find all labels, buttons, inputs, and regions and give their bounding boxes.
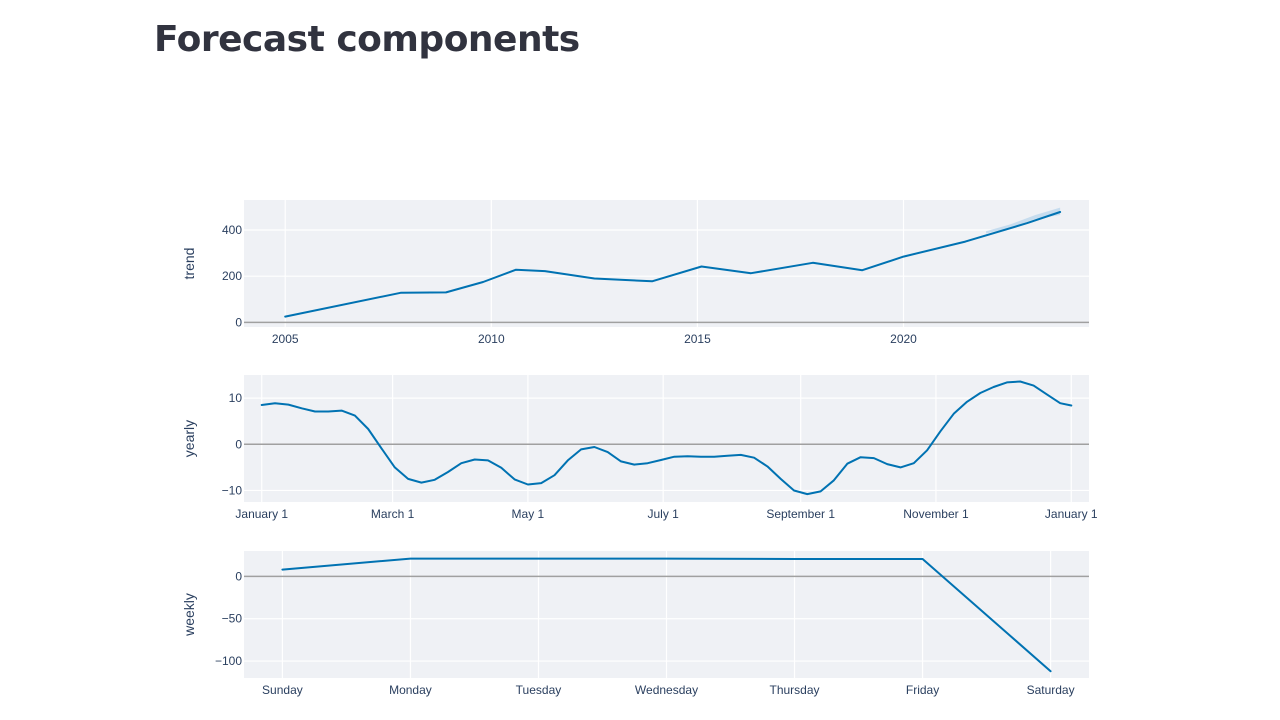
forecast-components-chart: 2005 2010 2015 2020 0 200 400 trend January 1 Ma…: [181, 200, 1098, 697]
x-tick-label: March 1: [371, 507, 415, 521]
plot-background: [244, 200, 1089, 327]
weekly-panel: Sunday Monday Tuesday Wednesday Thursday Frid…: [181, 551, 1089, 697]
y-axis-title: yearly: [181, 420, 197, 457]
x-tick-label: Tuesday: [516, 683, 562, 697]
x-tick-label: January 1: [235, 507, 288, 521]
y-tick-label: 0: [235, 315, 242, 329]
x-tick-label: Friday: [906, 683, 939, 697]
yearly-panel: January 1 March 1 May 1 July 1 September 1 No…: [181, 375, 1098, 521]
y-axis-title: trend: [181, 248, 197, 280]
x-tick-label: 2010: [478, 332, 505, 346]
y-axis-title: weekly: [181, 593, 197, 637]
x-tick-label: Wednesday: [635, 683, 698, 697]
x-tick-label: May 1: [512, 507, 545, 521]
y-tick-label: 0: [235, 437, 242, 451]
trend-panel: 2005 2010 2015 2020 0 200 400 trend: [181, 200, 1089, 346]
x-tick-label: Thursday: [770, 683, 820, 697]
x-tick-label: January 1: [1045, 507, 1098, 521]
plot-background: [244, 375, 1089, 502]
x-tick-label: Sunday: [262, 683, 303, 697]
x-tick-label: 2015: [684, 332, 711, 346]
y-tick-label: −50: [222, 612, 243, 626]
y-tick-label: −100: [215, 654, 242, 668]
y-tick-label: 0: [235, 569, 242, 583]
y-tick-label: −10: [222, 483, 243, 497]
x-tick-label: July 1: [647, 507, 679, 521]
y-tick-label: 200: [222, 269, 242, 283]
y-tick-label: 400: [222, 223, 242, 237]
x-tick-label: 2005: [272, 332, 299, 346]
x-tick-label: 2020: [890, 332, 917, 346]
x-tick-label: November 1: [903, 507, 969, 521]
y-tick-label: 10: [229, 391, 243, 405]
x-tick-label: Saturday: [1027, 683, 1075, 697]
x-tick-label: Monday: [389, 683, 432, 697]
x-tick-label: September 1: [766, 507, 835, 521]
